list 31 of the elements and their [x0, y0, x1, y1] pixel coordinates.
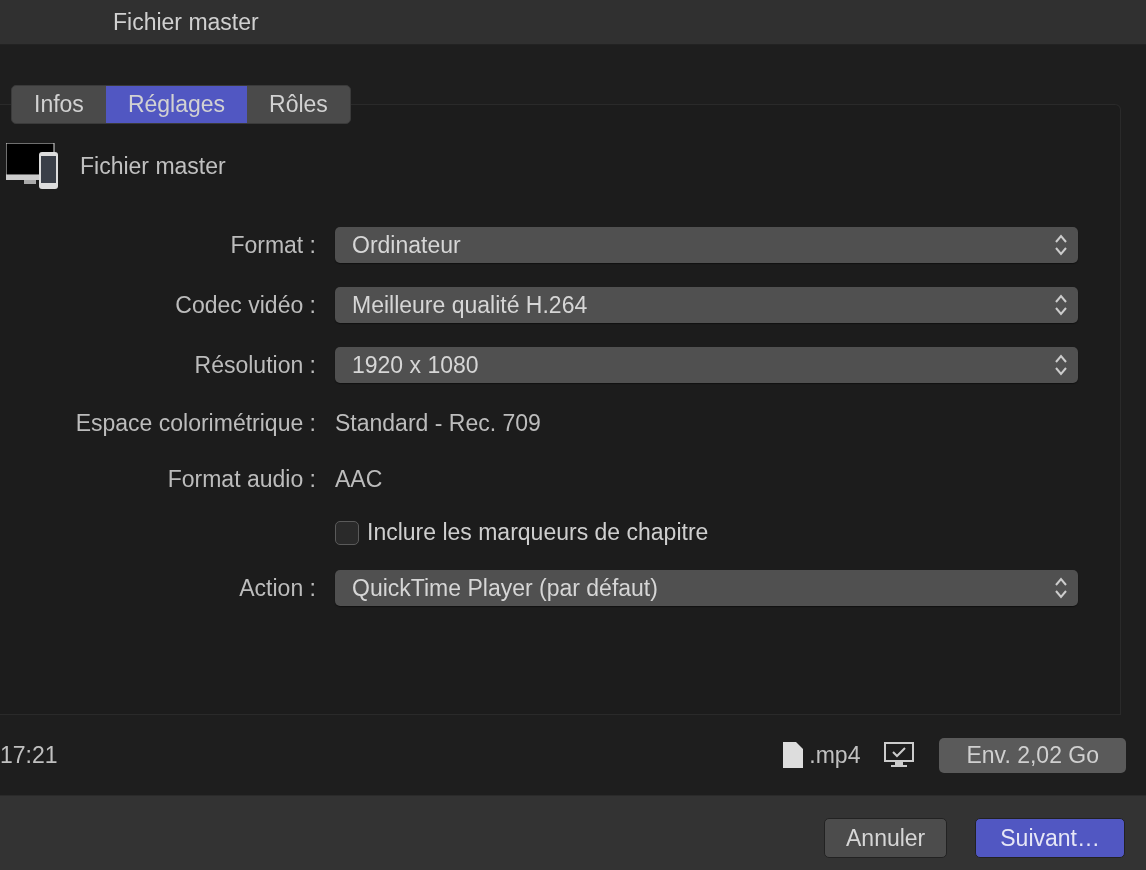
- tab[interactable]: Rôles: [247, 86, 350, 123]
- field-label: Résolution :: [193, 351, 316, 379]
- document-icon: [783, 742, 804, 768]
- field-label: Action :: [238, 574, 316, 602]
- field-value: Standard - Rec. 709: [335, 409, 542, 438]
- popup-button[interactable]: QuickTime Player (par défaut): [335, 570, 1078, 606]
- updown-arrows-icon: [1054, 233, 1068, 257]
- file-extension: .mp4: [809, 741, 861, 769]
- field-label: Codec vidéo :: [174, 291, 316, 319]
- window-title: Fichier master: [113, 8, 259, 36]
- monitor-check-icon: [884, 742, 915, 768]
- field-value: AAC: [335, 465, 384, 494]
- checkbox[interactable]: [335, 520, 359, 545]
- field-label: Format audio :: [166, 465, 316, 493]
- destination-name: Fichier master: [80, 152, 226, 180]
- tab[interactable]: Réglages: [105, 86, 248, 123]
- tab[interactable]: Infos: [12, 86, 106, 123]
- computer-phone-icon: [6, 143, 58, 189]
- updown-arrows-icon: [1054, 353, 1068, 377]
- checkbox-label[interactable]: Inclure les marqueurs de chapitre: [367, 519, 709, 546]
- duration: 17:21: [0, 741, 58, 769]
- field-label: Format :: [229, 231, 316, 259]
- cancel-button[interactable]: Annuler: [824, 818, 948, 858]
- popup-button[interactable]: Meilleure qualité H.264: [335, 287, 1078, 323]
- field-label: Espace colorimétrique :: [74, 409, 316, 437]
- popup-button[interactable]: Ordinateur: [335, 227, 1078, 263]
- updown-arrows-icon: [1054, 293, 1068, 317]
- popup-button[interactable]: 1920 x 1080: [335, 347, 1078, 383]
- file-size: Env. 2,02 Go: [939, 737, 1126, 773]
- next-button[interactable]: Suivant…: [975, 818, 1125, 858]
- updown-arrows-icon: [1054, 576, 1068, 600]
